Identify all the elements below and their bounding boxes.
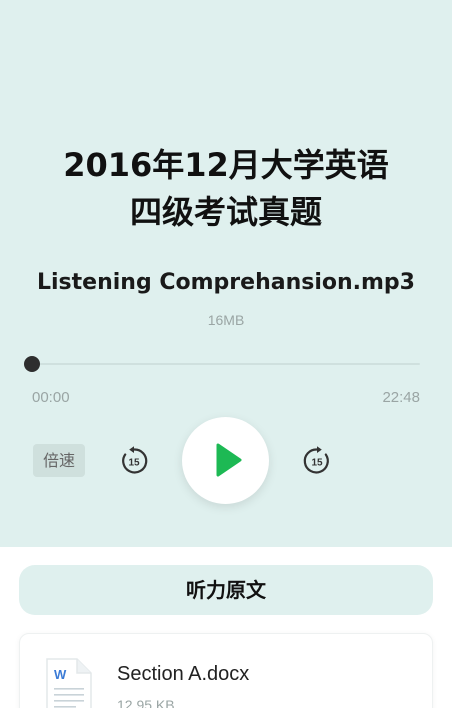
speed-button[interactable]: 倍速: [33, 444, 85, 477]
page-title: 2016年12月大学英语 四级考试真题: [0, 142, 452, 236]
progress-thumb[interactable]: [24, 356, 40, 372]
document-size: 12.95 KB: [117, 697, 175, 708]
title-line-1: 2016年12月大学英语: [63, 146, 389, 184]
title-line-2: 四级考试真题: [129, 193, 322, 231]
rewind-15-button[interactable]: 15: [118, 445, 150, 477]
progress-track[interactable]: [32, 363, 420, 365]
transcript-button[interactable]: 听力原文: [19, 565, 433, 615]
play-icon: [216, 443, 242, 477]
document-card[interactable]: W Section A.docx 12.95 KB: [19, 633, 433, 708]
forward-15-button[interactable]: 15: [301, 445, 333, 477]
document-name: Section A.docx: [117, 663, 250, 685]
current-time: 00:00: [32, 389, 70, 406]
word-document-icon: W: [44, 656, 94, 708]
rewind-15-icon: 15: [122, 446, 148, 474]
play-button[interactable]: [182, 417, 269, 504]
rewind-15-label: 15: [128, 458, 140, 469]
audio-player-screen: 2016年12月大学英语 四级考试真题 Listening Comprehans…: [0, 0, 452, 708]
doc-icon-letter: W: [54, 667, 67, 682]
audio-file-size: 16MB: [207, 312, 245, 328]
forward-15-label: 15: [311, 458, 323, 469]
total-time: 22:48: [382, 389, 420, 406]
audio-file-name: Listening Comprehansion.mp3: [37, 270, 415, 295]
forward-15-icon: 15: [303, 446, 329, 474]
player-panel: 2016年12月大学英语 四级考试真题 Listening Comprehans…: [0, 0, 452, 547]
